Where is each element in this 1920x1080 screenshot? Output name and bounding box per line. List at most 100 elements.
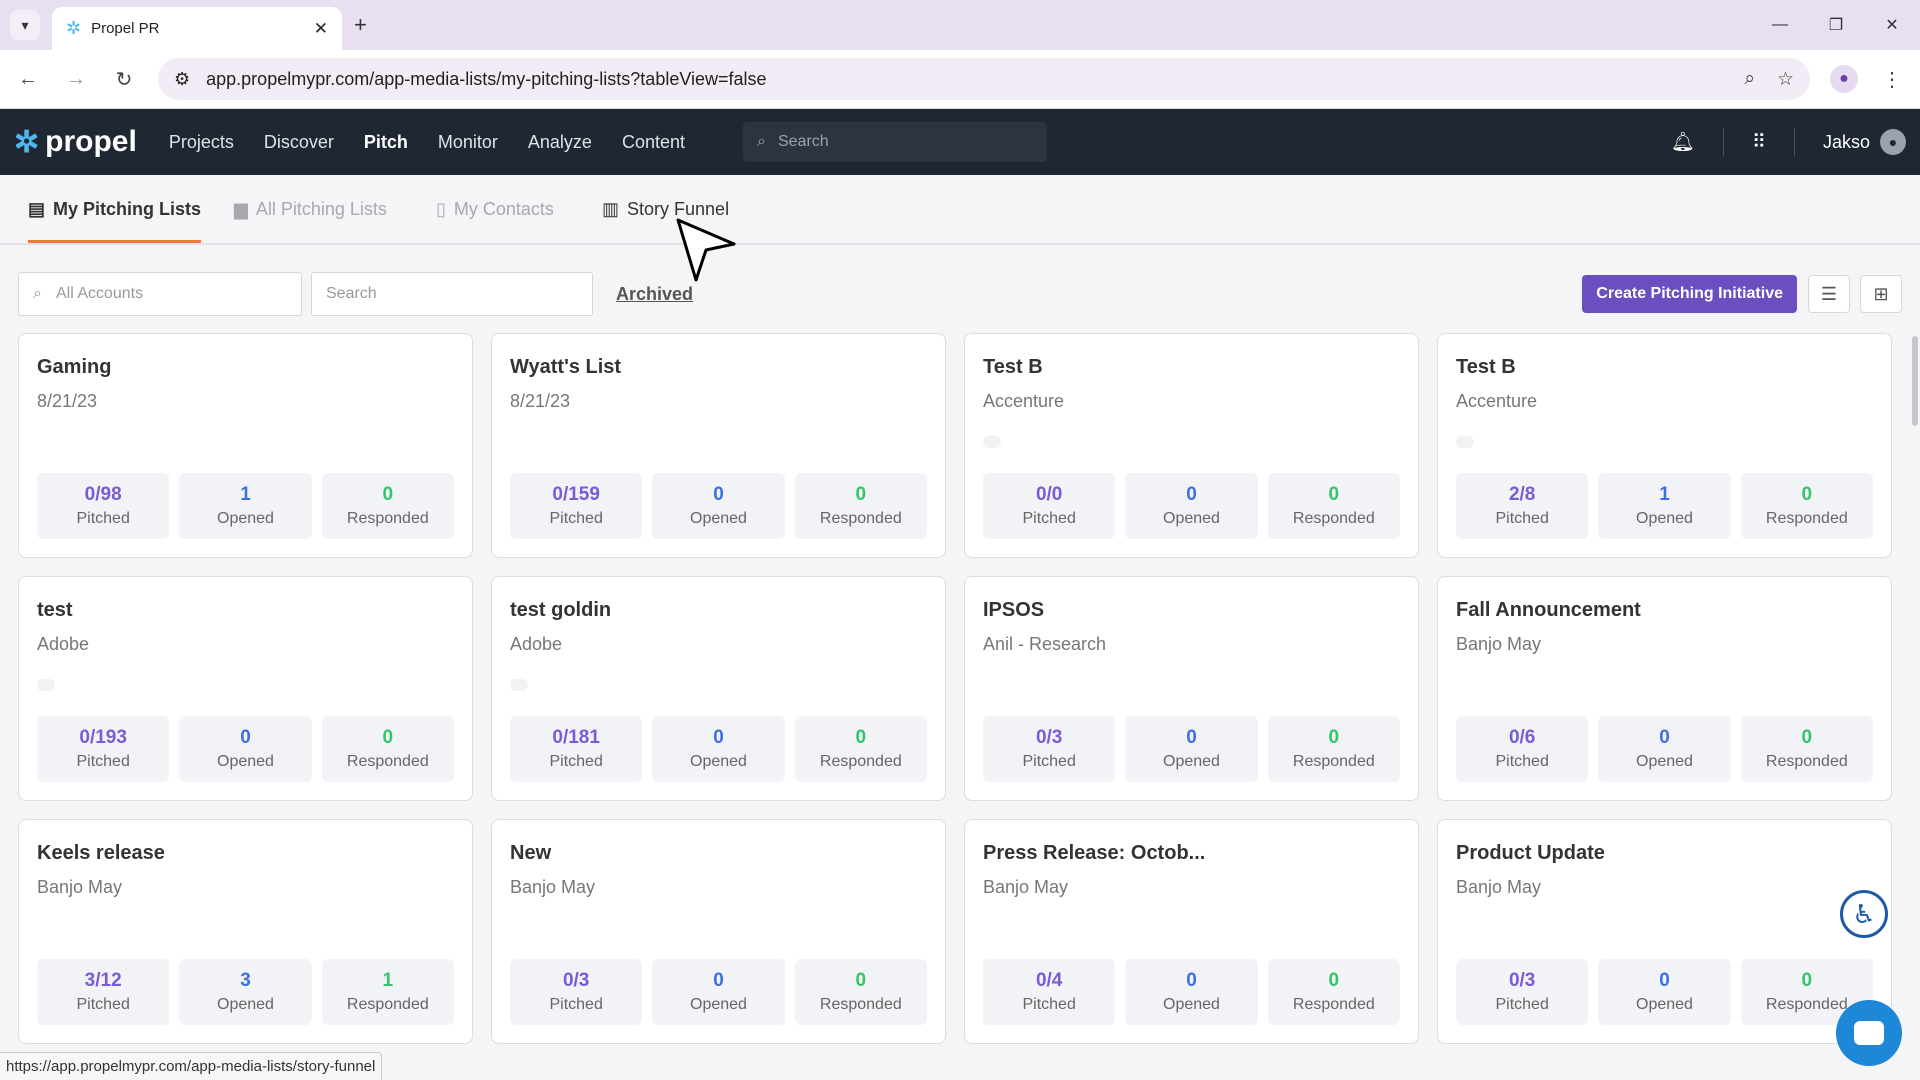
address-bar[interactable]: ⚙ app.propelmypr.com/app-media-lists/my-…: [158, 58, 1810, 100]
scrollbar[interactable]: [1912, 336, 1918, 426]
card-title: Product Update: [1456, 842, 1605, 864]
pitched-label: Pitched: [1495, 996, 1549, 1013]
card-title: Test B: [1456, 356, 1516, 378]
tab-search-chevron-icon[interactable]: ▾: [10, 10, 40, 40]
chat-icon[interactable]: [1836, 1000, 1902, 1066]
opened-stat: 0 Opened: [1598, 716, 1731, 782]
opened-stat: 0 Opened: [652, 473, 785, 539]
responded-count: 0: [1328, 484, 1340, 505]
nav-divider: [1793, 128, 1795, 156]
responded-label: Responded: [1765, 996, 1848, 1013]
opened-stat: 1 Opened: [179, 473, 312, 539]
back-icon[interactable]: ←: [14, 68, 42, 91]
close-window-icon[interactable]: ✕: [1864, 0, 1920, 50]
card-stats: 0/0 Pitched 0 Opened 0 Responded: [983, 473, 1400, 539]
app-search-input[interactable]: ⌕ Search: [743, 122, 1047, 162]
accounts-select[interactable]: ⌕ All Accounts: [18, 272, 302, 316]
pitched-count: 0/0: [1035, 484, 1063, 505]
pitching-list-card[interactable]: Test B Accenture 2/8 Pitched 1 Opened 0 Respond…: [1437, 333, 1892, 558]
opened-label: Opened: [690, 510, 747, 527]
opened-count: 1: [1659, 484, 1670, 505]
responded-label: Responded: [819, 996, 902, 1013]
opened-label: Opened: [690, 996, 747, 1013]
card-subtitle: Accenture: [1456, 391, 1538, 411]
pitching-list-card[interactable]: test Adobe 0/193 Pitched 0 Opened 0 Responded: [18, 576, 473, 801]
responded-count: 0: [1801, 970, 1813, 991]
tab-my-pitching-lists[interactable]: ▤ My Pitching Lists: [28, 199, 202, 243]
nav-monitor[interactable]: Monitor: [438, 132, 498, 153]
card-subtitle: Banjo May: [983, 877, 1069, 897]
responded-label: Responded: [819, 510, 902, 527]
pitched-stat: 3/12 Pitched: [37, 959, 170, 1025]
logo-text: propel: [45, 125, 137, 158]
status-dot: [37, 679, 55, 691]
pitching-list-card[interactable]: test goldin Adobe 0/181 Pitched 0 Opened 0 Resp…: [491, 576, 946, 801]
pitched-label: Pitched: [76, 753, 130, 770]
minimize-icon[interactable]: —: [1752, 0, 1808, 50]
nav-content[interactable]: Content: [622, 132, 685, 153]
new-tab-icon[interactable]: +: [354, 12, 367, 38]
pitching-list-card[interactable]: Wyatt's List 8/21/23 0/159 Pitched 0 Opened 0 R…: [491, 333, 946, 558]
pitching-list-card[interactable]: Fall Announcement Banjo May 0/6 Pitched 0 Ope…: [1437, 576, 1892, 801]
bell-icon[interactable]: 🔔︎: [1671, 130, 1695, 154]
tab-label: My Pitching Lists: [53, 199, 202, 219]
pitched-label: Pitched: [1495, 753, 1549, 770]
pitching-list-card[interactable]: Press Release: Octob... Banjo May 0/4 Pitch…: [964, 819, 1419, 1044]
tab-label: My Contacts: [453, 199, 554, 219]
propel-favicon-icon: ✲: [66, 18, 82, 38]
responded-stat: 0 Responded: [1267, 473, 1400, 539]
card-subtitle: Banjo May: [37, 877, 123, 897]
close-tab-icon[interactable]: ✕: [314, 19, 328, 39]
status-dot: [510, 679, 528, 691]
pitching-list-card[interactable]: New Banjo May 0/3 Pitched 0 Opened 0 Responded: [491, 819, 946, 1044]
browser-tab[interactable]: ✲ Propel PR ✕: [52, 7, 342, 50]
create-pitching-initiative-button[interactable]: Create Pitching Initiative: [1582, 275, 1797, 313]
pitched-stat: 0/3 Pitched: [983, 716, 1116, 782]
nav-projects[interactable]: Projects: [169, 132, 234, 153]
reload-icon[interactable]: ↻: [110, 67, 138, 92]
list-search-input[interactable]: Search: [311, 272, 593, 316]
pitched-label: Pitched: [1022, 753, 1076, 770]
archived-link[interactable]: Archived: [616, 284, 693, 305]
nav-pitch[interactable]: Pitch: [364, 132, 408, 153]
site-info-icon[interactable]: ⚙: [174, 69, 190, 90]
accessibility-icon[interactable]: ♿︎: [1840, 890, 1888, 938]
restore-icon[interactable]: ❐: [1808, 0, 1864, 50]
card-title: Press Release: Octob...: [983, 842, 1206, 864]
nav-discover[interactable]: Discover: [264, 132, 334, 153]
user-menu[interactable]: Jakso ●: [1823, 129, 1906, 155]
opened-count: 0: [1186, 727, 1197, 748]
pitched-stat: 0/6 Pitched: [1456, 716, 1589, 782]
propel-logo-icon: ✲: [14, 125, 40, 159]
forward-icon[interactable]: →: [62, 68, 90, 91]
pitching-list-card[interactable]: IPSOS Anil - Research 0/3 Pitched 0 Opened 0 Re…: [964, 576, 1419, 801]
responded-count: 0: [1328, 727, 1340, 748]
browser-menu-icon[interactable]: ⋮: [1878, 67, 1906, 92]
pitching-list-card[interactable]: Product Update Banjo May 0/3 Pitched 0 Opened…: [1437, 819, 1892, 1044]
apps-grid-icon[interactable]: ⠿: [1752, 131, 1766, 154]
bookmark-star-icon[interactable]: ☆: [1777, 68, 1794, 91]
pitched-count: 3/12: [84, 970, 122, 991]
pitching-list-card[interactable]: Gaming 8/21/23 0/98 Pitched 1 Opened 0 Responde…: [18, 333, 473, 558]
grid-view-icon[interactable]: ⊞: [1860, 275, 1902, 313]
card-title: Keels release: [37, 842, 165, 864]
responded-count: 0: [855, 727, 867, 748]
tab-label: Story Funnel: [627, 199, 730, 219]
list-view-icon[interactable]: ☰: [1808, 275, 1850, 313]
tab-all-pitching-lists[interactable]: ▆ All Pitching Lists: [234, 199, 387, 240]
nav-analyze[interactable]: Analyze: [528, 132, 592, 153]
pitching-list-card[interactable]: Keels release Banjo May 3/12 Pitched 3 Opened…: [18, 819, 473, 1044]
opened-count: 0: [1186, 484, 1197, 505]
responded-count: 1: [382, 970, 394, 991]
zoom-icon[interactable]: ⌕: [1744, 68, 1755, 91]
responded-count: 0: [1801, 727, 1813, 748]
propel-logo[interactable]: ✲ propel: [14, 125, 137, 160]
pitched-count: 0/3: [1508, 970, 1536, 991]
profile-icon[interactable]: ●: [1830, 65, 1858, 93]
nav-divider: [1723, 128, 1725, 156]
card-stats: 0/98 Pitched 1 Opened 0 Responded: [37, 473, 454, 539]
card-title: IPSOS: [983, 599, 1045, 621]
pitching-list-card[interactable]: Test B Accenture 0/0 Pitched 0 Opened 0 Respond…: [964, 333, 1419, 558]
responded-stat: 0 Responded: [321, 716, 454, 782]
tab-my-contacts[interactable]: ▯ My Contacts: [436, 199, 554, 240]
